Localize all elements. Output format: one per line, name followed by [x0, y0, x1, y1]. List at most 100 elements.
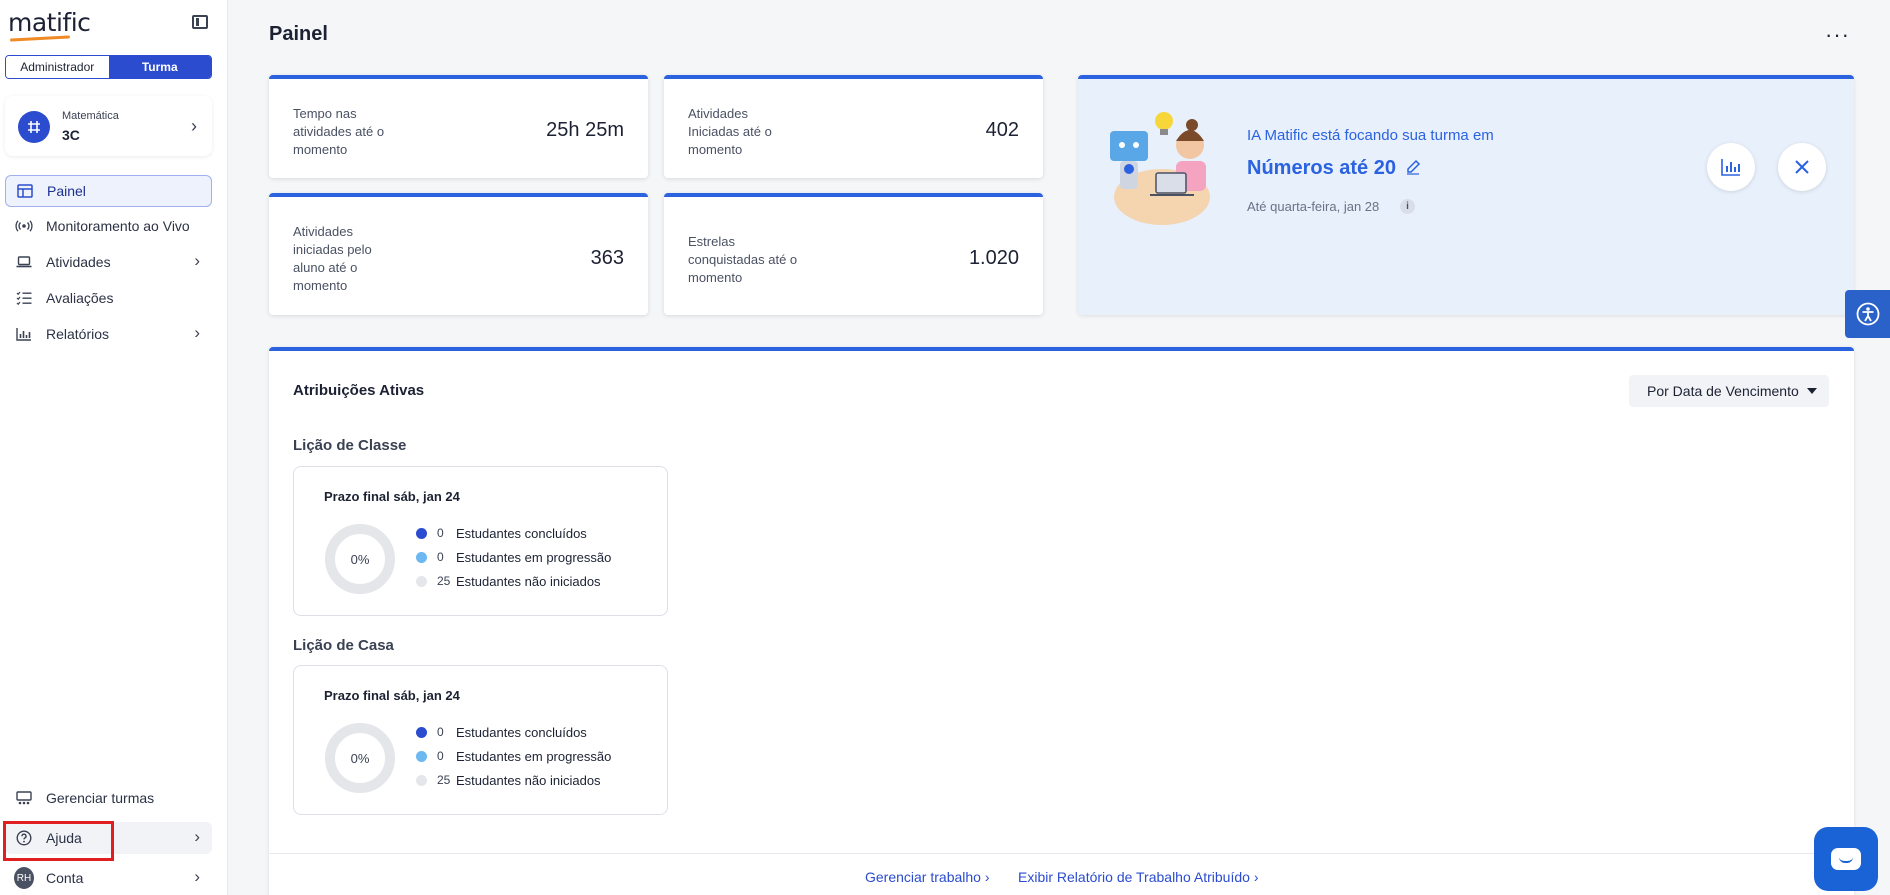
ai-focus-kicker: IA Matific está focando sua turma em [1247, 127, 1494, 144]
nav-item-gerenciar-turmas[interactable]: Gerenciar turmas [5, 782, 212, 814]
legend-dot [416, 527, 427, 539]
stat-label: Atividades Iniciadas até o momento [688, 106, 772, 157]
grid-icon [18, 111, 50, 143]
legend-dot [416, 575, 427, 587]
ai-focus-date: Até quarta-feira, jan 28 [1247, 199, 1380, 214]
nav-item-ajuda[interactable]: Ajuda › [5, 822, 212, 854]
legend-completed: 0 Estudantes concluídos [416, 722, 587, 742]
nav-label: Conta [46, 870, 84, 886]
legend-not-started: 25 Estudantes não iniciados [416, 770, 601, 790]
lesson-card-homework[interactable]: Prazo final sáb, jan 24 0% 0 Estudantes … [293, 665, 668, 815]
legend-dot [416, 750, 427, 762]
matific-logo[interactable]: matific [8, 8, 91, 37]
accessibility-button[interactable] [1845, 290, 1890, 338]
chevron-right-icon: › [194, 251, 200, 270]
nav-label: Relatórios [46, 326, 110, 342]
legend-label: Estudantes não iniciados [456, 772, 601, 788]
stat-value: 363 [590, 247, 624, 269]
sort-dropdown[interactable]: Por Data de Vencimento [1629, 375, 1829, 407]
legend-count: 0 [437, 550, 444, 564]
section-title-homework: Lição de Casa [293, 637, 394, 654]
nav-label: Monitoramento ao Vivo [46, 218, 190, 234]
sidebar-collapse-icon[interactable] [192, 15, 208, 29]
chevron-right-icon: › [194, 867, 200, 886]
laptop-icon [14, 252, 34, 272]
bar-chart-icon [14, 324, 34, 344]
stat-label: Atividades iniciadas pelo aluno até o mo… [293, 224, 372, 293]
nav-label: Atividades [46, 254, 111, 270]
legend-count: 25 [437, 773, 451, 787]
nav-label: Avaliações [46, 290, 114, 306]
legend-label: Estudantes em progressão [456, 748, 612, 764]
info-icon[interactable]: i [1400, 199, 1415, 214]
nav-item-relatorios[interactable]: Relatórios › [5, 318, 212, 350]
section-title-class-lesson: Lição de Classe [293, 437, 407, 454]
progress-percent: 0% [350, 750, 370, 766]
page-title: Painel [269, 23, 328, 45]
stat-card-stars: Estrelas conquistadas até o momento 1.02… [664, 193, 1043, 315]
sort-label: Por Data de Vencimento [1647, 383, 1799, 399]
more-options-button[interactable]: ··· [1825, 22, 1850, 48]
chat-icon [1831, 848, 1861, 870]
edit-icon[interactable] [1405, 159, 1421, 175]
legend-label: Estudantes concluídos [456, 525, 587, 541]
chevron-right-icon: › [194, 323, 200, 342]
report-chart-button[interactable] [1707, 143, 1755, 191]
sidebar: matific Administrador Turma Matemática 3… [0, 0, 228, 895]
stat-label: Estrelas conquistadas até o momento [688, 234, 798, 285]
legend-completed: 0 Estudantes concluídos [416, 523, 587, 543]
chevron-right-icon: › [1253, 869, 1259, 885]
ai-focus-banner: IA Matific está focando sua turma em Núm… [1078, 75, 1854, 315]
help-icon [14, 828, 34, 848]
stat-card-time: Tempo nas atividades até o momento 25h 2… [269, 75, 648, 178]
legend-count: 0 [437, 725, 444, 739]
nav-item-painel[interactable]: Painel [5, 175, 212, 207]
close-banner-button[interactable] [1778, 143, 1826, 191]
stat-card-activities-started: Atividades Iniciadas até o momento 402 [664, 75, 1043, 178]
nav-label: Ajuda [46, 830, 82, 846]
stat-value: 25h 25m [546, 119, 624, 141]
role-class-button[interactable]: Turma [108, 56, 211, 78]
assignments-title: Atribuições Ativas [293, 382, 425, 399]
legend-count: 25 [437, 574, 451, 588]
legend-in-progress: 0 Estudantes em progressão [416, 746, 611, 766]
nav-item-avaliacoes[interactable]: Avaliações [5, 282, 212, 314]
broadcast-icon [14, 216, 34, 236]
class-selector[interactable]: Matemática 3C › [5, 96, 212, 156]
caret-down-icon [1806, 388, 1817, 394]
legend-dot [416, 551, 427, 563]
stat-card-student-started: Atividades iniciadas pelo aluno até o mo… [269, 193, 648, 315]
lesson-deadline: Prazo final sáb, jan 24 [324, 688, 460, 703]
checklist-icon [14, 288, 34, 308]
chevron-right-icon: › [984, 869, 990, 885]
assigned-work-report-link[interactable]: Exibir Relatório de Trabalho Atribuído › [1018, 869, 1258, 885]
chat-support-button[interactable] [1814, 827, 1878, 891]
legend-count: 0 [437, 749, 444, 763]
nav-label: Gerenciar turmas [46, 790, 155, 806]
nav-item-monitoramento[interactable]: Monitoramento ao Vivo [5, 210, 212, 242]
link-label: Exibir Relatório de Trabalho Atribuído [1018, 869, 1250, 885]
legend-count: 0 [437, 526, 444, 540]
legend-in-progress: 0 Estudantes em progressão [416, 547, 611, 567]
stat-value: 402 [985, 119, 1019, 141]
progress-percent: 0% [350, 551, 370, 567]
ai-focus-topic[interactable]: Números até 20 [1247, 157, 1396, 180]
nav-label: Painel [47, 183, 86, 199]
legend-label: Estudantes não iniciados [456, 573, 601, 589]
accessibility-icon [1856, 302, 1879, 326]
role-admin-button[interactable]: Administrador [6, 56, 109, 78]
chevron-right-icon: › [191, 116, 197, 136]
chevron-right-icon: › [194, 827, 200, 846]
lesson-card-class[interactable]: Prazo final sáb, jan 24 0% 0 Estudantes … [293, 466, 668, 616]
class-name: 3C [62, 127, 80, 143]
manage-work-link[interactable]: Gerenciar trabalho › [865, 869, 990, 885]
account-avatar: RH [14, 867, 34, 889]
nav-item-conta[interactable]: RH Conta › [5, 862, 212, 894]
legend-dot [416, 726, 427, 738]
dashboard-icon [15, 181, 35, 201]
nav-item-atividades[interactable]: Atividades › [5, 246, 212, 278]
class-subject: Matemática [62, 110, 119, 122]
role-toggle: Administrador Turma [5, 55, 212, 79]
close-icon [1795, 160, 1809, 174]
stat-value: 1.020 [968, 247, 1019, 269]
